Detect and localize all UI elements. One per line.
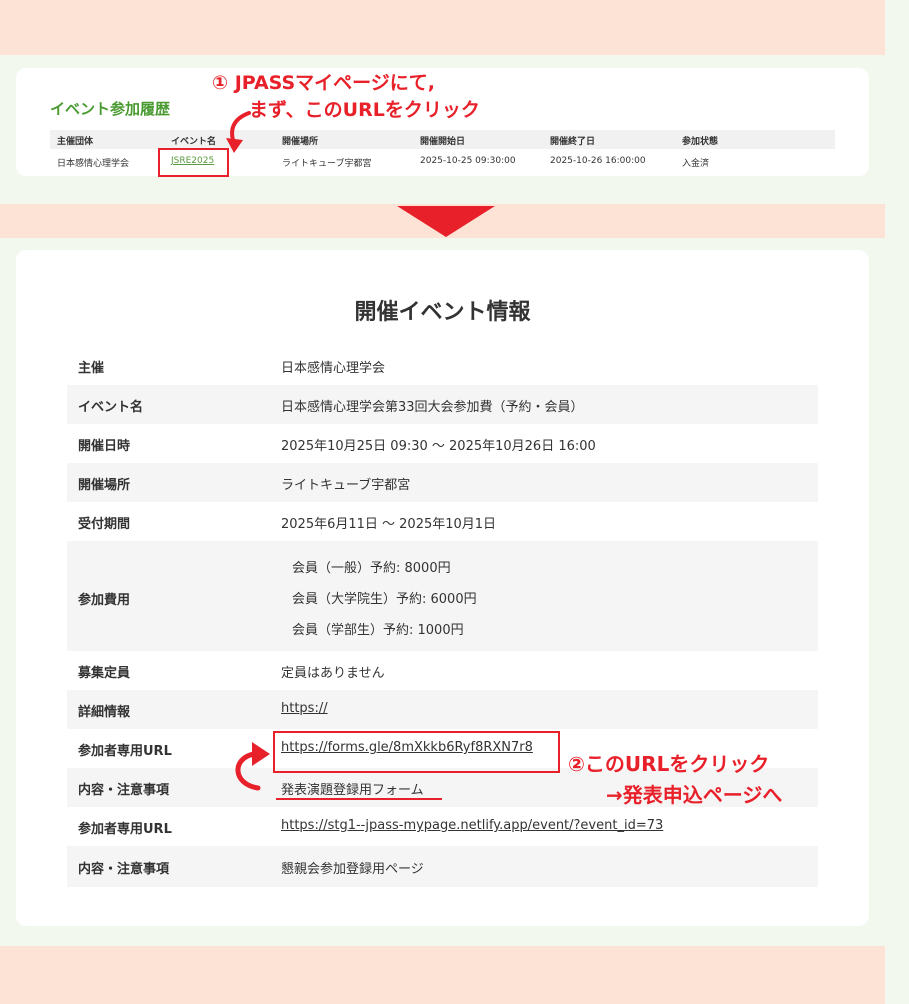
row-label: 募集定員 bbox=[78, 666, 131, 681]
top-band bbox=[0, 0, 885, 55]
details-link[interactable]: https:// bbox=[281, 701, 328, 716]
detail-row-details: 詳細情報 https:// bbox=[67, 690, 818, 729]
row-label: イベント名 bbox=[78, 400, 144, 415]
event-history-title: イベント参加履歴 bbox=[50, 100, 171, 118]
step2-annotation-line2: →発表申込ページへ bbox=[606, 783, 783, 807]
header-end-date: 開催終了日 bbox=[550, 137, 596, 147]
down-arrow-icon bbox=[397, 206, 495, 237]
fee-item: 会員（学部生）予約: 1000円 bbox=[292, 623, 464, 638]
row-label: 開催場所 bbox=[78, 478, 131, 493]
row-label: 参加費用 bbox=[78, 593, 131, 608]
detail-row-datetime: 開催日時 2025年10月25日 09:30 〜 2025年10月26日 16:… bbox=[67, 424, 818, 463]
row-label: 詳細情報 bbox=[78, 705, 131, 720]
detail-row-fees: 参加費用 会員（一般）予約: 8000円 会員（大学院生）予約: 6000円 会… bbox=[67, 541, 818, 651]
row-label: 受付期間 bbox=[78, 517, 131, 532]
row-value: 2025年6月11日 〜 2025年10月1日 bbox=[281, 517, 497, 532]
row-value: 2025年10月25日 09:30 〜 2025年10月26日 16:00 bbox=[281, 439, 596, 454]
detail-row-organizer: 主催 日本感情心理学会 bbox=[67, 346, 818, 385]
row-value: 懇親会参加登録用ページ bbox=[281, 862, 424, 877]
row-label: 内容・注意事項 bbox=[78, 783, 170, 798]
history-start: 2025-10-25 09:30:00 bbox=[420, 156, 516, 166]
detail-row-venue: 開催場所 ライトキューブ宇都宮 bbox=[67, 463, 818, 502]
row-label: 主催 bbox=[78, 361, 105, 376]
detail-row-event-name: イベント名 日本感情心理学会第33回大会参加費（予約・会員） bbox=[67, 385, 818, 424]
fee-item: 会員（大学院生）予約: 6000円 bbox=[292, 592, 477, 607]
history-status: 入金済 bbox=[682, 159, 710, 169]
underline-mark bbox=[276, 798, 442, 800]
history-end: 2025-10-26 16:00:00 bbox=[550, 156, 646, 166]
step1-annotation-line2: まず、このURLをクリック bbox=[249, 99, 480, 121]
row-value: 日本感情心理学会 bbox=[281, 361, 386, 376]
row-value: 日本感情心理学会第33回大会参加費（予約・会員） bbox=[281, 400, 584, 415]
event-detail-title: 開催イベント情報 bbox=[354, 300, 531, 325]
curved-arrow-left-icon bbox=[235, 742, 270, 791]
detail-row-notes-2: 内容・注意事項 懇親会参加登録用ページ bbox=[67, 846, 818, 887]
row-label: 参加者専用URL bbox=[78, 744, 172, 759]
header-start-date: 開催開始日 bbox=[420, 137, 466, 147]
history-organizer: 日本感情心理学会 bbox=[57, 159, 130, 169]
header-venue: 開催場所 bbox=[282, 137, 319, 147]
fee-item: 会員（一般）予約: 8000円 bbox=[292, 561, 451, 576]
history-venue: ライトキューブ宇都宮 bbox=[282, 159, 372, 169]
row-value: ライトキューブ宇都宮 bbox=[281, 478, 411, 493]
header-organizer: 主催団体 bbox=[57, 137, 94, 147]
header-status: 参加状態 bbox=[682, 137, 719, 147]
curved-arrow-icon bbox=[226, 111, 251, 153]
header-event-name: イベント名 bbox=[171, 137, 217, 147]
row-label: 参加者専用URL bbox=[78, 822, 172, 837]
row-value: 発表演題登録用フォーム bbox=[281, 783, 424, 798]
row-label: 開催日時 bbox=[78, 439, 131, 454]
participant-url-link-mypage[interactable]: https://stg1--jpass-mypage.netlify.app/e… bbox=[281, 818, 663, 833]
row-label: 内容・注意事項 bbox=[78, 862, 170, 877]
highlight-box-forms-url bbox=[273, 731, 560, 773]
row-value: 定員はありません bbox=[281, 666, 385, 681]
step1-annotation-line1: ① JPASSマイページにて, bbox=[212, 72, 436, 94]
detail-row-capacity: 募集定員 定員はありません bbox=[67, 651, 818, 690]
detail-row-reception-period: 受付期間 2025年6月11日 〜 2025年10月1日 bbox=[67, 502, 818, 541]
step2-annotation-line1: ②このURLをクリック bbox=[568, 752, 770, 776]
detail-row-participant-url-2: 参加者専用URL https://stg1--jpass-mypage.netl… bbox=[67, 807, 818, 846]
bottom-band bbox=[0, 946, 885, 1004]
